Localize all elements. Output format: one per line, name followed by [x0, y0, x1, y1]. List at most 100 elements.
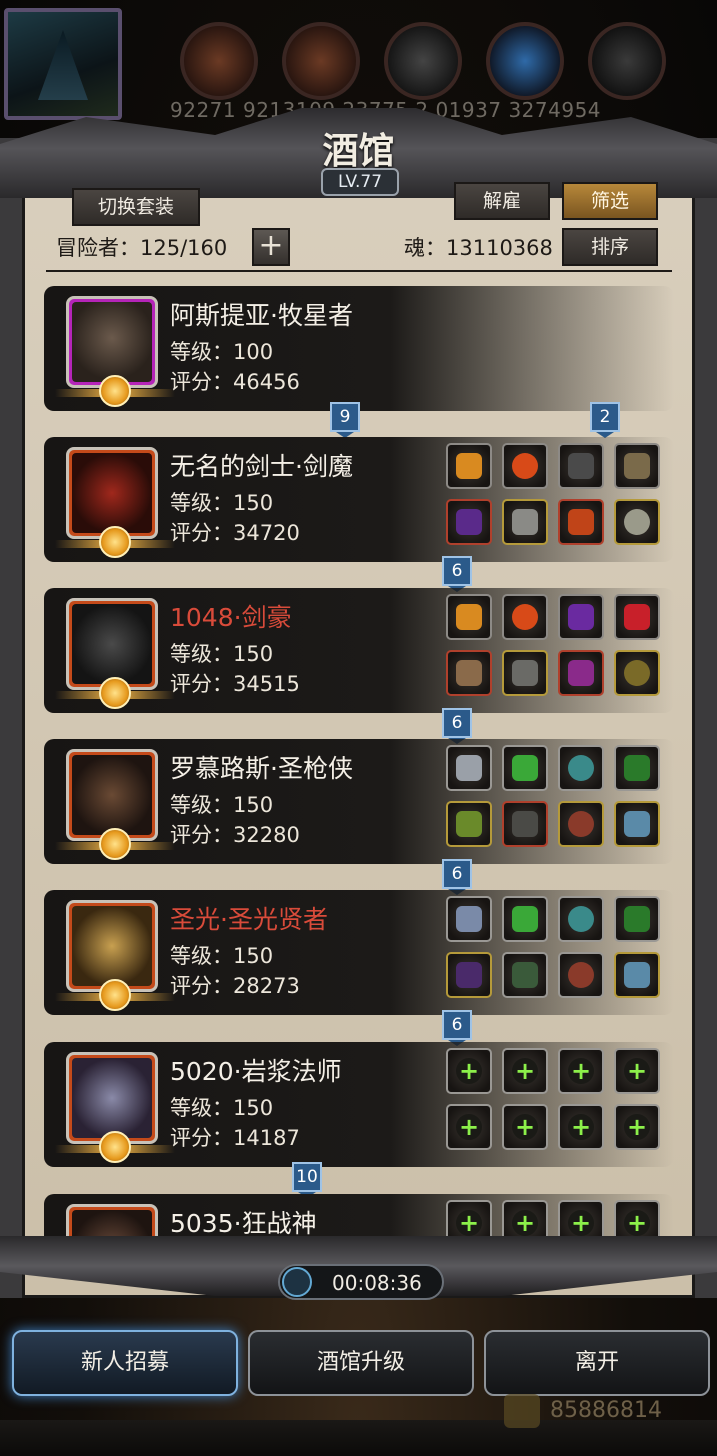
sword-icon[interactable]: [446, 650, 492, 696]
potion-icon[interactable]: [614, 952, 660, 998]
potion-icon[interactable]: [614, 801, 660, 847]
hero-portrait: [55, 1052, 175, 1163]
equipment-grid: [446, 594, 662, 696]
gold-count: 85886814: [550, 1398, 662, 1423]
add-equipment-icon[interactable]: +: [446, 1048, 492, 1094]
add-capacity-button[interactable]: +: [252, 228, 290, 266]
timer-text: 00:08:36: [332, 1271, 422, 1295]
add-equipment-icon[interactable]: +: [614, 1048, 660, 1094]
ring-icon[interactable]: [614, 499, 660, 545]
add-equipment-icon[interactable]: +: [614, 1104, 660, 1150]
hero-name: 罗慕路斯·圣枪侠: [170, 754, 353, 783]
tavern-level-badge: LV.77: [321, 168, 399, 196]
hero-level: 等级：150: [170, 642, 274, 666]
purple-blade-icon[interactable]: [558, 650, 604, 696]
hero-name: 圣光·圣光贤者: [170, 905, 328, 934]
hero-row[interactable]: 1048·剑豪 等级：150 评分：34515: [44, 588, 674, 713]
fire-sword-icon[interactable]: [558, 499, 604, 545]
hero-portrait: [55, 900, 175, 1011]
hero-row[interactable]: 圣光·圣光贤者 等级：150 评分：28273: [44, 890, 674, 1015]
wood-resource-icon: [180, 22, 258, 100]
iron-resource-icon: [384, 22, 462, 100]
bottom-nav-strip: [0, 1420, 717, 1456]
hero-row[interactable]: 阿斯提亚·牧星者 等级：100 评分：46456: [44, 286, 674, 411]
hero-row[interactable]: 5020·岩浆法师 等级：150 评分：14187 + + + + + + + …: [44, 1042, 674, 1167]
add-equipment-icon[interactable]: +: [502, 1104, 548, 1150]
filter-button[interactable]: 筛选: [562, 182, 658, 220]
coal-resource-icon: [588, 22, 666, 100]
count-tag: 6: [442, 859, 472, 895]
hero-row[interactable]: 罗慕路斯·圣枪侠 等级：150 评分：32280: [44, 739, 674, 864]
equipment-grid: + + + + + + + +: [446, 1048, 662, 1150]
stone-icon[interactable]: [558, 745, 604, 791]
hero-name: 阿斯提亚·牧星者: [170, 301, 353, 330]
hero-row[interactable]: 无名的剑士·剑魔 等级：150 评分：34720: [44, 437, 674, 562]
adventurer-count: 冒险者：125/160: [56, 236, 228, 260]
dark-staff-icon[interactable]: [446, 499, 492, 545]
round-shield-icon[interactable]: [614, 650, 660, 696]
add-equipment-icon[interactable]: +: [502, 1048, 548, 1094]
hero-score: 评分：14187: [170, 1126, 300, 1150]
hero-level: 等级：150: [170, 1096, 274, 1120]
amulet-icon[interactable]: [558, 952, 604, 998]
stone-icon[interactable]: [558, 896, 604, 942]
staff-icon[interactable]: [446, 952, 492, 998]
green-helm-icon[interactable]: [502, 896, 548, 942]
player-avatar[interactable]: [4, 8, 122, 120]
shield-crest-icon[interactable]: [558, 594, 604, 640]
flame-orb-icon[interactable]: [502, 443, 548, 489]
hero-score: 评分：34515: [170, 672, 300, 696]
count-tag: 2: [590, 402, 620, 438]
add-equipment-icon[interactable]: +: [558, 1048, 604, 1094]
rank-emblem-icon: [99, 1131, 131, 1163]
add-equipment-icon[interactable]: +: [446, 1104, 492, 1150]
equipment-grid: [446, 745, 662, 847]
switch-set-button[interactable]: 切换套装: [72, 188, 200, 226]
green-tome-icon[interactable]: [614, 745, 660, 791]
crown-icon[interactable]: [446, 594, 492, 640]
green-tome-icon[interactable]: [614, 896, 660, 942]
hero-name: 无名的剑士·剑魔: [170, 452, 353, 481]
green-helm-icon[interactable]: [502, 745, 548, 791]
dark-armor-icon[interactable]: [502, 801, 548, 847]
add-equipment-icon[interactable]: +: [558, 1104, 604, 1150]
feather-icon[interactable]: [558, 443, 604, 489]
count-tag: 10: [292, 1162, 322, 1198]
plate-armor-icon[interactable]: [502, 650, 548, 696]
crown-icon[interactable]: [446, 443, 492, 489]
hero-portrait: [55, 749, 175, 860]
upgrade-tavern-button[interactable]: 酒馆升级: [248, 1330, 474, 1396]
hero-portrait: [55, 598, 175, 709]
silver-crown-icon[interactable]: [446, 745, 492, 791]
count-tag: 6: [442, 708, 472, 744]
rank-emblem-icon: [99, 979, 131, 1011]
soul-count: 魂：13110368: [404, 236, 553, 260]
leave-button[interactable]: 离开: [484, 1330, 710, 1396]
silver-crown-icon[interactable]: [446, 896, 492, 942]
sort-button[interactable]: 排序: [562, 228, 658, 266]
dismiss-button[interactable]: 解雇: [454, 182, 550, 220]
hero-portrait: [55, 447, 175, 558]
amulet-icon[interactable]: [558, 801, 604, 847]
gold-icon: [504, 1394, 540, 1428]
crossed-blades-icon[interactable]: [614, 443, 660, 489]
ruby-gem-icon[interactable]: [614, 594, 660, 640]
equipment-grid: [446, 896, 662, 998]
flame-orb-icon[interactable]: [502, 594, 548, 640]
green-gun-icon[interactable]: [446, 801, 492, 847]
panel-title: 酒馆: [322, 130, 395, 172]
green-armor-icon[interactable]: [502, 952, 548, 998]
top-resource-bar: 92271 9213109 23775 2 01937 3274954: [0, 0, 717, 122]
header-divider: [46, 270, 672, 272]
hero-level: 等级：150: [170, 491, 274, 515]
hero-list[interactable]: 阿斯提亚·牧星者 等级：100 评分：46456 9 2 无名的剑士·剑魔 等级…: [44, 282, 674, 1246]
hero-level: 等级：150: [170, 793, 274, 817]
rank-emblem-icon: [99, 375, 131, 407]
equipment-grid: [446, 443, 662, 545]
count-tag: 6: [442, 556, 472, 592]
chest-armor-icon[interactable]: [502, 499, 548, 545]
recruit-timer: 00:08:36: [278, 1264, 444, 1300]
hero-score: 评分：28273: [170, 974, 300, 998]
hero-level: 等级：100: [170, 340, 274, 364]
recruit-button[interactable]: 新人招募: [12, 1330, 238, 1396]
